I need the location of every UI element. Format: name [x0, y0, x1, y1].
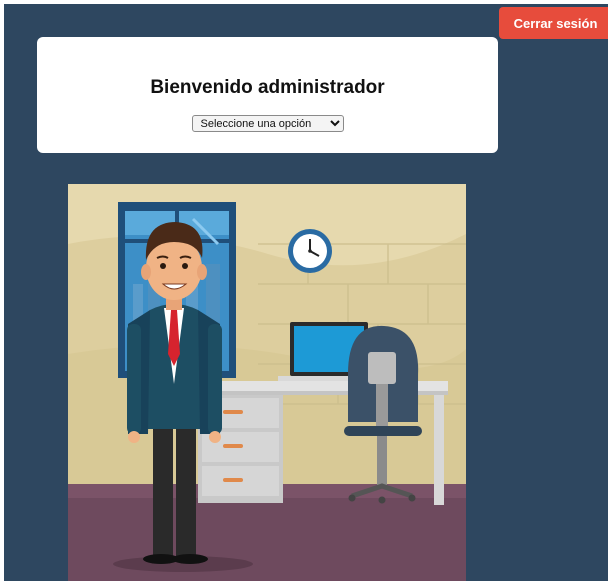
app-frame: Cerrar sesión Bienvenido administrador S… — [4, 4, 608, 581]
option-select[interactable]: Seleccione una opción — [191, 115, 344, 132]
clock-icon — [288, 229, 332, 273]
page-title: Bienvenido administrador — [150, 77, 385, 98]
logout-button[interactable]: Cerrar sesión — [499, 7, 608, 39]
office-administrator-illustration — [68, 184, 466, 581]
welcome-card: Bienvenido administrador Seleccione una … — [37, 37, 498, 153]
